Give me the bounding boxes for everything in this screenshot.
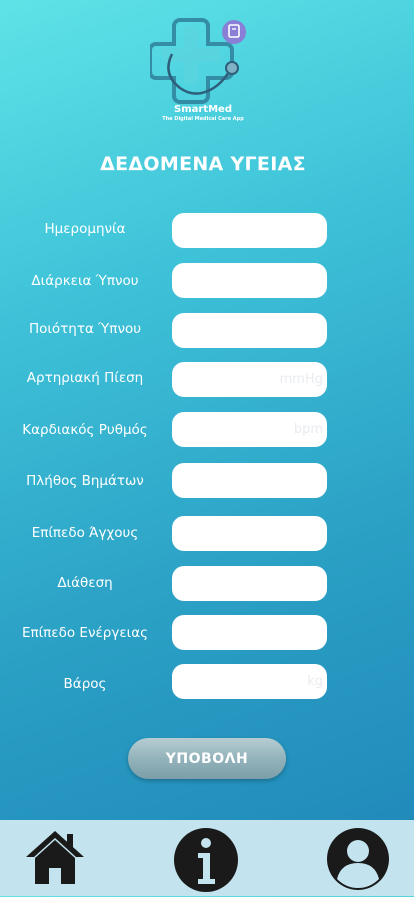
steps-label: Πλήθος Βημάτων: [26, 473, 144, 489]
sleep-duration-input[interactable]: [172, 263, 327, 298]
energy-level-input[interactable]: [172, 615, 327, 650]
blood-pressure-input[interactable]: mmHg: [172, 362, 327, 397]
page-title: ΔΕΔΟΜΕΝΑ ΥΓΕΙΑΣ: [100, 153, 306, 175]
energy-level-label: Επίπεδο Ενέργειας: [21, 625, 149, 641]
steps-input[interactable]: [172, 463, 327, 498]
info-icon[interactable]: [173, 827, 239, 897]
mood-label: Διάθεση: [57, 575, 113, 591]
date-label: Ημερομηνία: [44, 221, 126, 237]
heart-rate-label: Καρδιακός Ρυθμός: [22, 422, 148, 438]
date-input[interactable]: [172, 213, 327, 248]
sleep-quality-label: Ποιότητα Ύπνου: [28, 321, 142, 337]
home-icon[interactable]: [24, 828, 86, 890]
user-profile-icon[interactable]: [326, 827, 390, 895]
submit-button[interactable]: ΥΠΟΒΟΛΗ: [128, 738, 286, 779]
weight-input[interactable]: kg: [172, 664, 327, 699]
heart-rate-input[interactable]: bpm: [172, 412, 327, 447]
weight-label: Βάρος: [63, 676, 107, 692]
stress-level-input[interactable]: [172, 516, 327, 551]
sleep-quality-input[interactable]: [172, 313, 327, 348]
mood-input[interactable]: [172, 566, 327, 601]
bottom-navbar: [0, 820, 414, 896]
blood-pressure-label: Αρτηριακή Πίεση: [26, 370, 144, 386]
brand-name: SmartMed: [174, 104, 232, 115]
sleep-duration-label: Διάρκεια Ύπνου: [31, 273, 139, 289]
stress-level-label: Επίπεδο Άγχους: [31, 525, 139, 541]
brand-tagline: The Digital Medical Care App: [162, 116, 244, 122]
